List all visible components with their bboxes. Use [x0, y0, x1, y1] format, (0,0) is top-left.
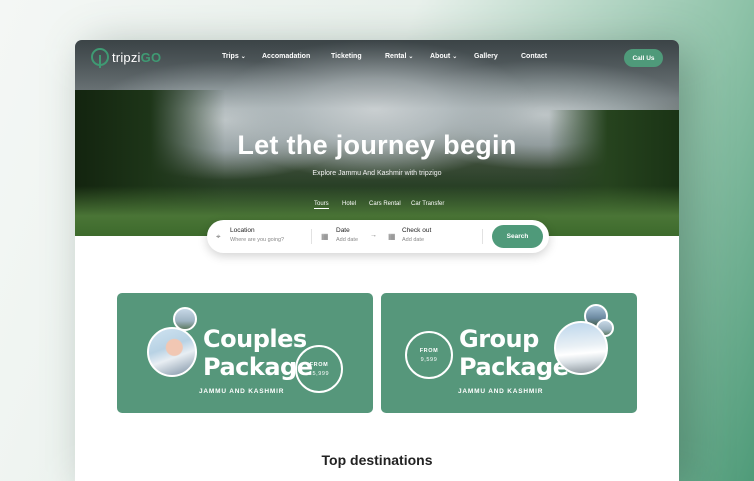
top-navigation: tripziGO Trips ⌄ Accomadation Ticketing R… [75, 40, 679, 78]
nav-item-rental[interactable]: Rental ⌄ [385, 53, 413, 60]
date-field[interactable]: Date Add date [336, 227, 358, 243]
couple-photo [147, 327, 197, 377]
calendar-icon: ▦ [388, 232, 396, 241]
location-input[interactable]: Where are you going? [230, 237, 284, 243]
search-bar: ⌖ Location Where are you going? ▦ Date A… [207, 220, 549, 253]
chevron-down-icon: ⌄ [452, 54, 458, 60]
location-field[interactable]: Location Where are you going? [230, 227, 284, 243]
location-pin-logo-icon [91, 48, 109, 68]
snow-mountain-photo [554, 321, 608, 375]
hero-banner: tripziGO Trips ⌄ Accomadation Ticketing R… [75, 40, 679, 236]
checkout-input[interactable]: Add date [402, 237, 431, 243]
card-subtitle: JAMMU AND KASHMIR [458, 388, 544, 395]
nav-item-ticketing[interactable]: Ticketing [331, 53, 362, 60]
nav-item-trips[interactable]: Trips ⌄ [222, 53, 246, 60]
tab-car-transfer[interactable]: Car Transfer [411, 201, 444, 207]
nav-item-contact[interactable]: Contact [521, 53, 547, 60]
couples-package-card[interactable]: Couples Package JAMMU AND KASHMIR FROM 15… [117, 293, 373, 413]
date-input[interactable]: Add date [336, 237, 358, 243]
calendar-icon: ▦ [321, 232, 329, 241]
hero-subtitle: Explore Jammu And Kashmir with tripzigo [312, 170, 442, 177]
card-title: Group Package [459, 325, 569, 381]
price-badge: FROM 9,599 [405, 331, 453, 379]
card-subtitle: JAMMU AND KASHMIR [199, 388, 285, 395]
logo[interactable]: tripziGO [91, 48, 162, 68]
chevron-down-icon: ⌄ [240, 54, 246, 60]
chevron-down-icon: ⌄ [408, 54, 414, 60]
tab-tours[interactable]: Tours [314, 201, 329, 209]
call-us-button[interactable]: Call Us [624, 49, 663, 67]
arrow-right-icon: → [370, 232, 377, 239]
tab-hotel[interactable]: Hotel [342, 201, 356, 207]
checkout-field[interactable]: Check out Add date [402, 227, 431, 243]
divider [311, 229, 312, 244]
search-button[interactable]: Search [492, 225, 543, 248]
nav-item-about[interactable]: About ⌄ [430, 53, 457, 60]
hero-title: Let the journey begin [237, 130, 517, 160]
nav-item-accomadation[interactable]: Accomadation [262, 53, 310, 60]
tab-cars-rental[interactable]: Cars Rental [369, 201, 401, 207]
browser-window: tripziGO Trips ⌄ Accomadation Ticketing R… [75, 40, 679, 481]
group-package-card[interactable]: FROM 9,599 Group Package JAMMU AND KASHMI… [381, 293, 637, 413]
location-pin-icon: ⌖ [216, 232, 221, 241]
logo-text: tripziGO [112, 49, 162, 65]
price-badge: FROM 15,999 [295, 345, 343, 393]
section-title-top-destinations: Top destinations [321, 452, 433, 468]
divider [482, 229, 483, 244]
nav-item-gallery[interactable]: Gallery [474, 53, 498, 60]
